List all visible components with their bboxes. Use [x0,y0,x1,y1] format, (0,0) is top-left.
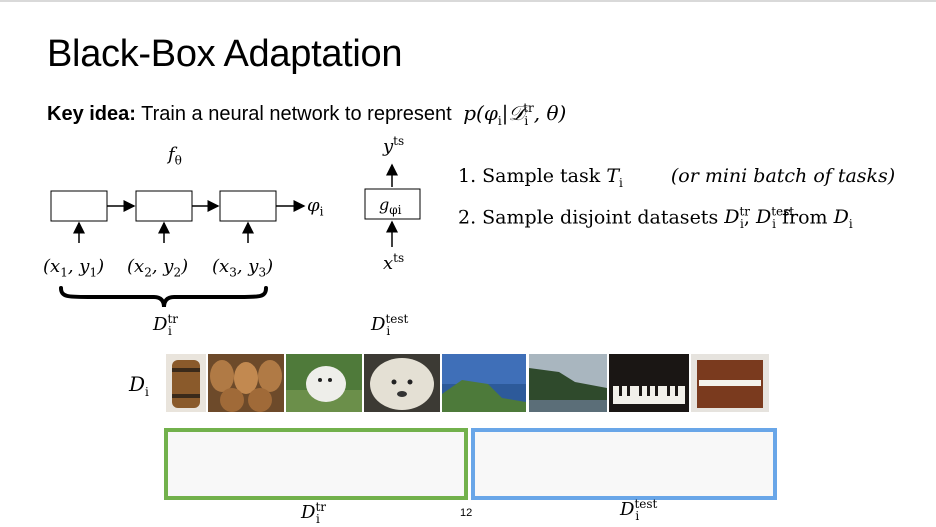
rnn-cell-1 [50,190,108,222]
image-upright-piano [691,354,769,412]
slide-title: Black-Box Adaptation [47,33,403,75]
d-test-label-bottom: Dtesti [620,497,658,523]
top-divider [0,0,936,2]
input-tuple-2: (x2, y2) [127,256,189,280]
d-train-label-top: Dtri [153,312,178,338]
image-cliffs [529,354,607,412]
key-idea-text: Train a neural network to represent [135,103,458,125]
step-2: 2. Sample disjoint datasets Dtri, Dtesti… [458,205,853,232]
image-white-dog [286,354,362,412]
train-brace [59,286,268,308]
d-train-label-bottom: Dtri [301,500,326,526]
train-split-box [164,428,468,500]
d-i-label: Di [129,372,149,399]
input-tuple-3: (x3, y3) [212,256,274,280]
input-tuple-1: (x1, y1) [43,256,105,280]
key-idea-label: Key idea: [47,103,136,125]
f-theta-label: fθ [168,144,182,168]
g-phi-label: gφi [379,195,402,218]
image-piano-keys [609,354,689,412]
image-barrels [208,354,284,412]
page-number: 12 [460,507,473,519]
x-ts-label: xts [383,251,405,274]
image-shaggy-dog [364,354,440,412]
phi-output-label: φi [307,195,324,219]
key-idea-formula: p(φi|𝒟itr, θ) [463,101,567,128]
test-split-box [471,428,777,500]
image-cliff-coast [442,354,526,412]
rnn-cell-2 [135,190,193,222]
key-idea: Key idea: Train a neural network to repr… [47,101,566,128]
rnn-cell-3 [219,190,277,222]
step-1: 1. Sample task Ti (or mini batch of tasks… [458,165,896,190]
image-barrel [166,354,206,412]
d-test-label-top: Dtesti [371,312,409,338]
y-ts-label: yts [383,134,405,157]
